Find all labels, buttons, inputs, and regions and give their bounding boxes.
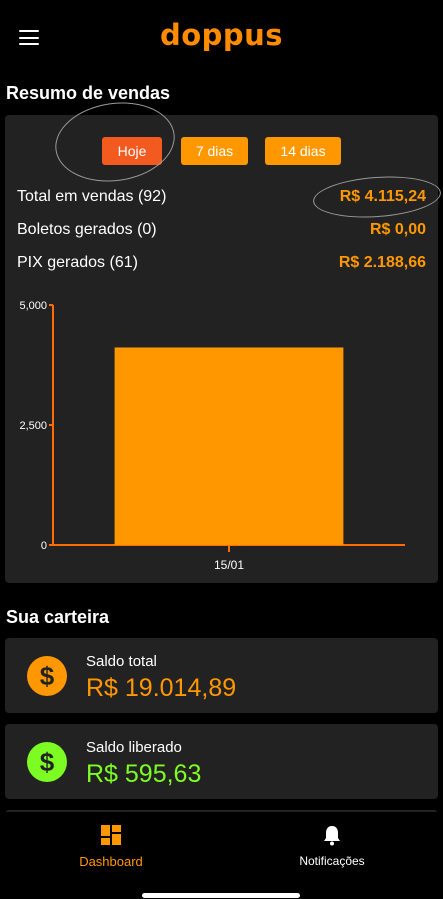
boletos-row: Boletos gerados (0) R$ 0,00 xyxy=(17,221,426,243)
x-tick-label: 15/01 xyxy=(214,558,244,572)
wallet-total-card[interactable]: $ Saldo total R$ 19.014,89 xyxy=(5,638,438,713)
nav-dashboard-label: Dashboard xyxy=(79,854,143,869)
total-sales-row: Total em vendas (92) R$ 4.115,24 xyxy=(17,188,426,210)
bar-15-01 xyxy=(114,347,344,545)
bottom-navigation: Dashboard Notificações xyxy=(0,812,443,899)
sales-summary-card: Hoje 7 dias 14 dias Total em vendas (92)… xyxy=(5,115,438,583)
wallet-released-label: Saldo liberado xyxy=(86,739,182,756)
dollar-coin-icon: $ xyxy=(27,742,67,782)
wallet-title: Sua carteira xyxy=(6,607,110,627)
wallet-total-label: Saldo total xyxy=(86,653,157,670)
wallet-released-value: R$ 595,63 xyxy=(86,760,202,788)
bell-icon xyxy=(324,826,340,846)
sales-summary-title: Resumo de vendas xyxy=(6,83,171,103)
nav-notificacoes-label: Notificações xyxy=(299,854,365,868)
pix-row: PIX gerados (61) R$ 2.188,66 xyxy=(17,254,426,276)
total-sales-value: R$ 4.115,24 xyxy=(339,188,426,205)
sales-bar-chart: 0 2,500 5,000 15/01 xyxy=(19,300,405,572)
top-bar: doppus xyxy=(0,0,443,76)
y-tick-label: 0 xyxy=(41,540,47,552)
total-sales-label: Total em vendas (92) xyxy=(17,188,167,205)
dollar-coin-icon: $ xyxy=(27,656,67,696)
app-logo: doppus xyxy=(159,18,284,52)
wallet-total-value: R$ 19.014,89 xyxy=(86,674,237,702)
period-filters: Hoje 7 dias 14 dias xyxy=(5,137,438,165)
wallet-released-card[interactable]: $ Saldo liberado R$ 595,63 xyxy=(5,724,438,799)
nav-notificacoes[interactable]: Notificações xyxy=(257,824,407,868)
filter-7-dias-button[interactable]: 7 dias xyxy=(181,137,248,165)
filter-14-dias-button[interactable]: 14 dias xyxy=(265,137,341,165)
home-indicator xyxy=(142,893,300,898)
pix-label: PIX gerados (61) xyxy=(17,254,138,271)
y-tick-label: 5,000 xyxy=(19,300,47,312)
pix-value: R$ 2.188,66 xyxy=(338,254,426,271)
filter-hoje-button[interactable]: Hoje xyxy=(102,137,162,165)
dashboard-grid-icon xyxy=(101,825,121,845)
boletos-label: Boletos gerados (0) xyxy=(17,221,157,238)
boletos-value: R$ 0,00 xyxy=(369,221,426,238)
y-tick-label: 2,500 xyxy=(19,420,47,432)
nav-dashboard[interactable]: Dashboard xyxy=(36,824,186,869)
